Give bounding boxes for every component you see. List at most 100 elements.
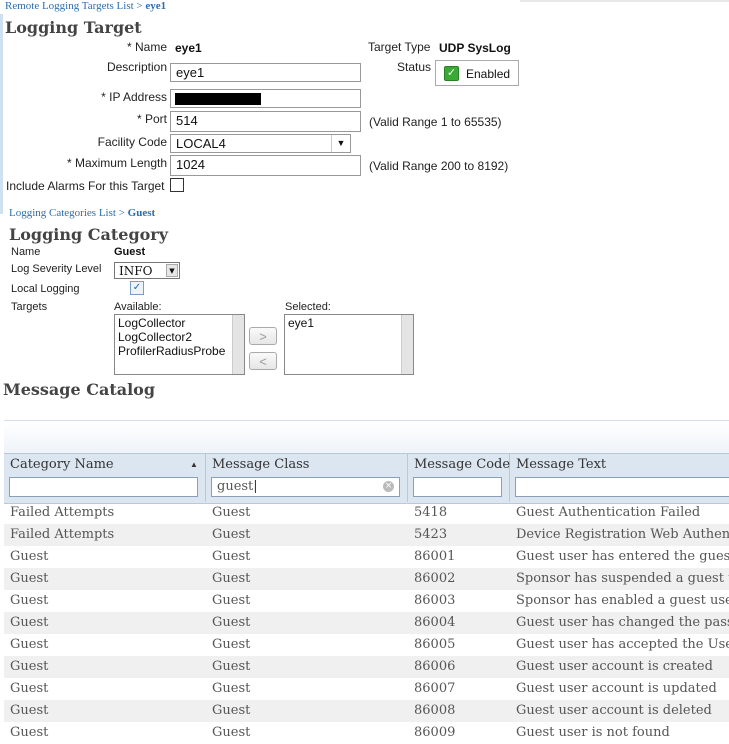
- table-row[interactable]: Guest Guest 86008 Guest user account is del…: [4, 700, 729, 722]
- cell-message-code: 86001: [414, 549, 456, 564]
- status-value: Enabled: [466, 67, 511, 81]
- selected-item[interactable]: eye1: [285, 316, 413, 330]
- cell-message-code: 86003: [414, 593, 456, 608]
- table-row[interactable]: Failed Attempts Guest 5418 Guest Authentica…: [4, 502, 729, 524]
- cell-message-class: Guest: [212, 659, 251, 674]
- available-item[interactable]: LogCollector2: [115, 330, 244, 344]
- cell-message-code: 86009: [414, 725, 456, 740]
- cell-message-class: Guest: [212, 571, 251, 586]
- filter-category-name[interactable]: [9, 477, 198, 497]
- message-catalog-title: Message Catalog: [3, 380, 156, 399]
- max-length-range-hint: (Valid Range 200 to 8192): [369, 159, 509, 173]
- cell-message-class: Guest: [212, 615, 251, 630]
- category-name-label: Name: [11, 246, 41, 258]
- log-severity-value: INFO: [119, 264, 153, 278]
- cell-category-name: Guest: [10, 571, 49, 586]
- table-row[interactable]: Failed Attempts Guest 5423 Device Registrat…: [4, 524, 729, 546]
- max-length-label: * Maximum Length: [66, 156, 167, 170]
- logging-target-title: Logging Target: [5, 18, 142, 37]
- chevron-down-icon[interactable]: ▼: [331, 135, 350, 152]
- facility-code-label: Facility Code: [97, 135, 167, 149]
- table-row[interactable]: Guest Guest 86001 Guest user has entered th…: [4, 546, 729, 568]
- column-message-class[interactable]: Message Class guest| ×: [206, 453, 408, 502]
- table-row[interactable]: Guest Guest 86007 Guest user account is upd…: [4, 678, 729, 700]
- include-alarms-checkbox[interactable]: [170, 178, 184, 192]
- cell-message-class: Guest: [212, 637, 251, 652]
- include-alarms-label: Include Alarms For this Target: [6, 179, 165, 193]
- filter-message-class-value: guest: [217, 479, 254, 494]
- table-row[interactable]: Guest Guest 86003 Sponsor has enabled a gue…: [4, 590, 729, 612]
- cell-message-class: Guest: [212, 549, 251, 564]
- cell-message-class: Guest: [212, 505, 251, 520]
- sort-asc-icon[interactable]: ▲: [190, 460, 198, 469]
- cell-message-text: Guest user has accepted the Use P: [516, 637, 729, 652]
- left-edge-strip: [0, 14, 3, 214]
- cell-message-text: Guest user has changed the passw: [516, 615, 729, 630]
- breadcrumb-top: Remote Logging Targets List > eye1: [5, 0, 167, 12]
- facility-code-select[interactable]: LOCAL4 ▼: [170, 134, 351, 153]
- cell-message-code: 5418: [414, 505, 448, 520]
- status-field: ✓ Enabled: [435, 60, 519, 86]
- cell-category-name: Guest: [10, 593, 49, 608]
- breadcrumb-current: eye1: [145, 0, 167, 12]
- max-length-input[interactable]: 1024: [170, 155, 361, 176]
- catalog-toolbar: [4, 420, 729, 454]
- move-right-button[interactable]: >: [249, 327, 277, 345]
- column-message-code[interactable]: Message Code: [408, 453, 510, 502]
- selected-targets-list[interactable]: eye1: [284, 314, 414, 375]
- cell-message-class: Guest: [212, 725, 251, 740]
- breadcrumb-category: Logging Categories List > Guest: [9, 207, 156, 219]
- column-message-text[interactable]: Message Text: [510, 453, 729, 502]
- clear-filter-icon[interactable]: ×: [383, 481, 394, 492]
- table-row[interactable]: Guest Guest 86006 Guest user account is cre…: [4, 656, 729, 678]
- local-logging-checkbox[interactable]: ✓: [130, 281, 144, 295]
- severity-chevron-down-icon[interactable]: ▼: [166, 264, 178, 277]
- available-item[interactable]: LogCollector: [115, 316, 244, 330]
- table-row[interactable]: Guest Guest 86005 Guest user has accepted t…: [4, 634, 729, 656]
- cell-message-text: Sponsor has enabled a guest user a: [516, 593, 729, 608]
- cell-message-code: 86008: [414, 703, 456, 718]
- available-item[interactable]: ProfilerRadiusProbe: [115, 344, 244, 358]
- cell-category-name: Guest: [10, 659, 49, 674]
- log-severity-select[interactable]: INFO ▼: [114, 262, 180, 279]
- cell-message-text: Guest Authentication Failed: [516, 505, 701, 520]
- redacted-ip-block: [175, 93, 261, 105]
- breadcrumb-link-targets-list[interactable]: Remote Logging Targets List: [5, 0, 134, 12]
- cell-message-code: 86004: [414, 615, 456, 630]
- cell-message-class: Guest: [212, 593, 251, 608]
- filter-message-text[interactable]: [515, 477, 729, 497]
- column-label: Category Name: [10, 457, 114, 472]
- top-divider: [520, 0, 729, 2]
- cell-message-code: 86007: [414, 681, 456, 696]
- move-left-button[interactable]: <: [249, 352, 277, 370]
- table-row[interactable]: Guest Guest 86004 Guest user has changed th…: [4, 612, 729, 634]
- enabled-check-icon[interactable]: ✓: [444, 66, 459, 81]
- status-label: Status: [397, 60, 432, 74]
- column-label: Message Text: [516, 457, 607, 472]
- available-list-scrollbar[interactable]: [232, 315, 244, 374]
- breadcrumb-link-categories-list[interactable]: Logging Categories List: [9, 207, 116, 219]
- available-targets-list[interactable]: LogCollector LogCollector2 ProfilerRadiu…: [114, 314, 245, 375]
- target-type-label: Target Type: [368, 40, 431, 54]
- column-label: Message Code: [414, 457, 511, 472]
- cell-message-text: Guest user is not found: [516, 725, 670, 740]
- filter-message-code[interactable]: [413, 477, 502, 497]
- cell-category-name: Failed Attempts: [10, 505, 115, 520]
- selected-list-scrollbar[interactable]: [401, 315, 413, 374]
- ip-address-input[interactable]: [170, 89, 361, 108]
- cell-message-code: 86002: [414, 571, 456, 586]
- column-label: Message Class: [212, 457, 310, 472]
- port-input[interactable]: 514: [170, 111, 361, 132]
- cell-message-class: Guest: [212, 527, 251, 542]
- cell-category-name: Guest: [10, 637, 49, 652]
- column-category-name[interactable]: Category Name ▲: [4, 453, 206, 502]
- description-input[interactable]: eye1: [170, 63, 361, 82]
- cell-message-text: Guest user account is deleted: [516, 703, 712, 718]
- cell-category-name: Guest: [10, 681, 49, 696]
- filter-message-class[interactable]: guest| ×: [211, 477, 400, 497]
- cell-category-name: Guest: [10, 703, 49, 718]
- name-value: eye1: [175, 41, 202, 55]
- cell-category-name: Guest: [10, 615, 49, 630]
- cell-message-text: Device Registration Web Authentic: [516, 527, 729, 542]
- table-row[interactable]: Guest Guest 86002 Sponsor has suspended a g…: [4, 568, 729, 590]
